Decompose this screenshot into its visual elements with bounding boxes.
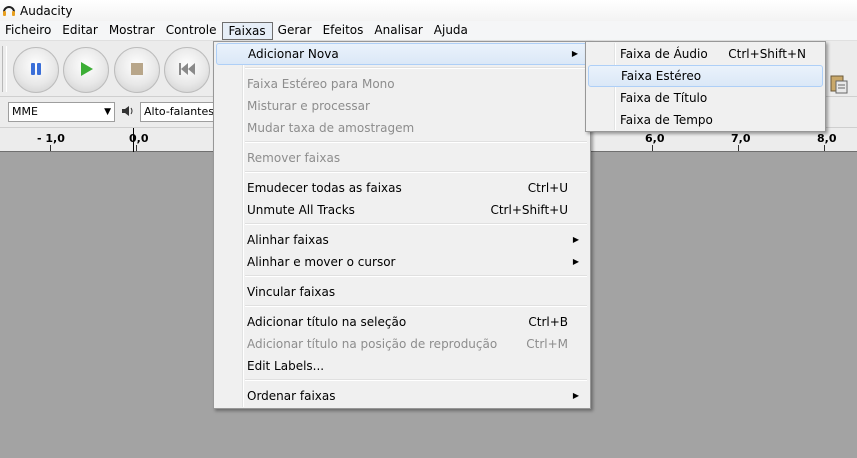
menu-item-label: Alinhar e mover o cursor	[247, 255, 396, 269]
menu-item-label: Faixa de Tempo	[620, 113, 713, 127]
menu-separator	[245, 379, 587, 381]
submenu-arrow-icon: ▶	[571, 49, 578, 58]
paste-button[interactable]	[828, 73, 850, 95]
playhead-marker[interactable]	[133, 128, 134, 152]
menu-item-label: Faixa de Título	[620, 91, 708, 105]
audio-host-value: MME	[12, 105, 38, 118]
ruler-tick	[50, 145, 51, 151]
menu-item-label: Unmute All Tracks	[247, 203, 355, 217]
faixas-menu: Adicionar Nova ▶ Faixa Estéreo para Mono…	[213, 41, 591, 409]
menu-item-label: Mudar taxa de amostragem	[247, 121, 415, 135]
ruler-tick	[738, 145, 739, 151]
ruler-tick	[652, 145, 653, 151]
chevron-down-icon: ▼	[104, 107, 111, 117]
ruler-label: 7,0	[731, 132, 751, 145]
paste-icon	[828, 75, 850, 98]
menu-separator	[245, 141, 587, 143]
menu-separator	[245, 275, 587, 277]
menu-separator	[245, 305, 587, 307]
ruler-label: 8,0	[817, 132, 837, 145]
ruler-label: - 1,0	[37, 132, 65, 145]
menu-item-add-label-selection[interactable]: Adicionar título na seleção Ctrl+B	[216, 311, 588, 333]
audio-host-select[interactable]: MME ▼	[8, 102, 115, 122]
menu-item-label: Adicionar Nova	[248, 47, 339, 61]
menu-efeitos[interactable]: Efeitos	[318, 22, 370, 40]
menu-item-remove-tracks[interactable]: Remover faixas	[216, 147, 588, 169]
menu-item-label: Faixa Estéreo para Mono	[247, 77, 395, 91]
menu-analisar[interactable]: Analisar	[369, 22, 428, 40]
menu-item-edit-labels[interactable]: Edit Labels...	[216, 355, 588, 377]
stop-button[interactable]	[114, 47, 160, 93]
menu-separator	[245, 171, 587, 173]
menu-item-label: Alinhar faixas	[247, 233, 329, 247]
menu-item-label: Edit Labels...	[247, 359, 325, 373]
menu-item-label: Emudecer todas as faixas	[247, 181, 402, 195]
menu-item-label: Vincular faixas	[247, 285, 336, 299]
menu-item-shortcut: Ctrl+Shift+U	[490, 203, 568, 217]
menu-item-sort-tracks[interactable]: Ordenar faixas ▶	[216, 385, 588, 407]
menu-item-stereo-track[interactable]: Faixa Estéreo	[588, 65, 823, 87]
menu-item-label: Adicionar título na seleção	[247, 315, 407, 329]
menu-item-adicionar-nova[interactable]: Adicionar Nova ▶	[216, 43, 588, 65]
output-device-value: Alto-falantes (	[144, 105, 214, 118]
menu-item-shortcut: Ctrl+U	[527, 181, 568, 195]
pause-icon	[28, 61, 44, 80]
stop-icon	[129, 61, 145, 80]
menu-bar: Ficheiro Editar Mostrar Controle Faixas …	[0, 21, 857, 41]
output-device-select[interactable]: Alto-falantes (	[140, 102, 216, 122]
menu-item-label: Faixa Estéreo	[621, 69, 702, 83]
menu-ajuda[interactable]: Ajuda	[429, 22, 474, 40]
menu-item-label: Adicionar título na posição de reproduçã…	[247, 337, 498, 351]
play-button[interactable]	[63, 47, 109, 93]
menu-item-audio-track[interactable]: Faixa de Áudio Ctrl+Shift+N	[588, 43, 823, 65]
menu-item-shortcut: Ctrl+Shift+N	[728, 47, 806, 61]
add-new-submenu: Faixa de Áudio Ctrl+Shift+N Faixa Estére…	[585, 41, 826, 132]
toolbar-grip[interactable]	[2, 46, 7, 92]
menu-gerar[interactable]: Gerar	[273, 22, 318, 40]
menu-item-add-label-playback[interactable]: Adicionar título na posição de reproduçã…	[216, 333, 588, 355]
ruler-tick	[136, 145, 137, 151]
submenu-arrow-icon: ▶	[572, 391, 579, 400]
title-bar: Audacity	[0, 0, 857, 21]
submenu-arrow-icon: ▶	[572, 235, 579, 244]
menu-faixas[interactable]: Faixas	[222, 21, 273, 40]
menu-ficheiro[interactable]: Ficheiro	[0, 22, 57, 40]
menu-item-align-tracks[interactable]: Alinhar faixas ▶	[216, 229, 588, 251]
menu-mostrar[interactable]: Mostrar	[104, 22, 161, 40]
menu-editar[interactable]: Editar	[57, 22, 104, 40]
pause-button[interactable]	[13, 47, 59, 93]
menu-item-shortcut: Ctrl+M	[526, 337, 568, 351]
menu-item-stereo-to-mono[interactable]: Faixa Estéreo para Mono	[216, 73, 588, 95]
menu-item-unmute-all[interactable]: Unmute All Tracks Ctrl+Shift+U	[216, 199, 588, 221]
audacity-logo-icon	[2, 4, 16, 18]
menu-item-link-tracks[interactable]: Vincular faixas	[216, 281, 588, 303]
skip-to-start-icon	[178, 61, 196, 80]
speaker-icon	[121, 104, 135, 121]
menu-item-mute-all[interactable]: Emudecer todas as faixas Ctrl+U	[216, 177, 588, 199]
menu-item-align-move-cursor[interactable]: Alinhar e mover o cursor ▶	[216, 251, 588, 273]
ruler-tick	[824, 145, 825, 151]
play-icon	[77, 60, 95, 81]
submenu-arrow-icon: ▶	[572, 257, 579, 266]
menu-item-label-track[interactable]: Faixa de Título	[588, 87, 823, 109]
menu-separator	[245, 223, 587, 225]
menu-item-shortcut: Ctrl+B	[528, 315, 568, 329]
menu-separator	[245, 67, 587, 69]
menu-item-mix-render[interactable]: Misturar e processar	[216, 95, 588, 117]
menu-item-resample[interactable]: Mudar taxa de amostragem	[216, 117, 588, 139]
ruler-label: 6,0	[645, 132, 665, 145]
menu-item-time-track[interactable]: Faixa de Tempo	[588, 109, 823, 131]
menu-item-label: Ordenar faixas	[247, 389, 336, 403]
menu-item-label: Faixa de Áudio	[620, 47, 708, 61]
ruler-label: 0,0	[129, 132, 149, 145]
skip-to-start-button[interactable]	[164, 47, 210, 93]
menu-controle[interactable]: Controle	[161, 22, 223, 40]
window-title: Audacity	[20, 3, 73, 18]
menu-item-label: Misturar e processar	[247, 99, 370, 113]
menu-item-label: Remover faixas	[247, 151, 341, 165]
